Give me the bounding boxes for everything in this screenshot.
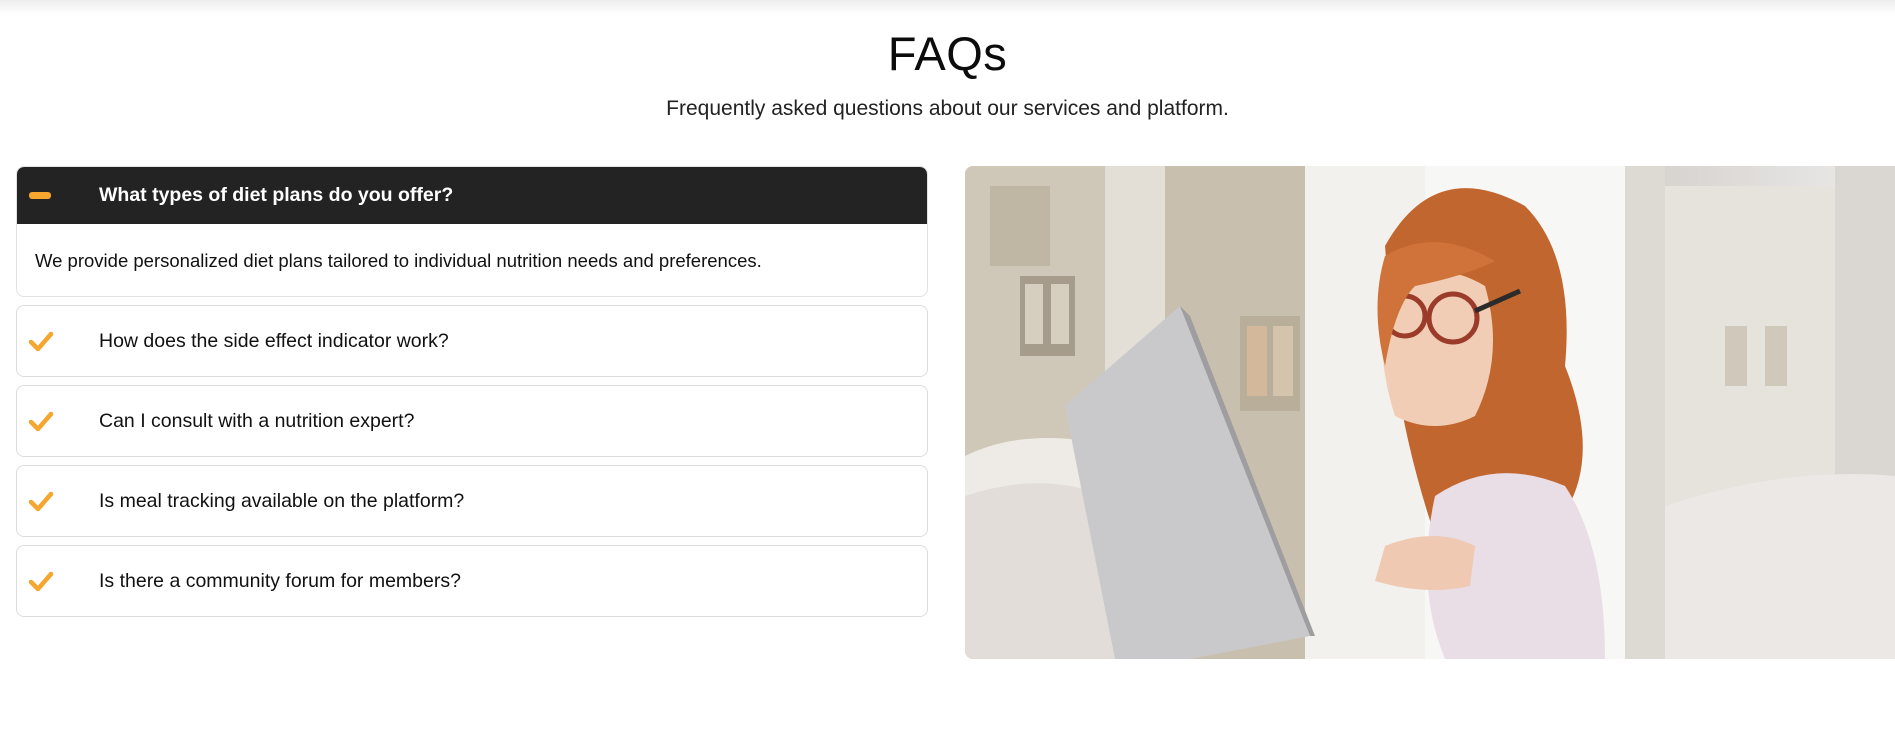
- faq-item-side-effect: How does the side effect indicator work?: [16, 305, 928, 377]
- faq-question: What types of diet plans do you offer?: [99, 184, 454, 206]
- minus-icon: [29, 192, 51, 199]
- check-icon: [29, 411, 53, 431]
- faq-item-community-forum: Is there a community forum for members?: [16, 545, 928, 617]
- faq-answer: We provide personalized diet plans tailo…: [35, 250, 762, 271]
- faq-question: Is meal tracking available on the platfo…: [99, 489, 465, 512]
- faq-toggle-diet-plans[interactable]: What types of diet plans do you offer?: [17, 167, 927, 224]
- faq-item-diet-plans: What types of diet plans do you offer? W…: [16, 166, 928, 297]
- check-icon: [29, 491, 53, 511]
- faq-question: Is there a community forum for members?: [99, 569, 461, 592]
- page-title: FAQs: [887, 27, 1008, 80]
- girl-with-laptop-illustration: [965, 166, 1895, 659]
- check-icon: [29, 571, 53, 591]
- check-icon: [29, 331, 53, 351]
- header-shadow: [0, 0, 1895, 14]
- faq-item-consult-expert: Can I consult with a nutrition expert?: [16, 385, 928, 457]
- faq-question: Can I consult with a nutrition expert?: [99, 409, 415, 432]
- faq-accordion: What types of diet plans do you offer? W…: [16, 166, 928, 625]
- faq-toggle-side-effect[interactable]: How does the side effect indicator work?: [17, 306, 927, 376]
- faq-item-meal-tracking: Is meal tracking available on the platfo…: [16, 465, 928, 537]
- faq-photo: [965, 166, 1895, 659]
- faq-toggle-meal-tracking[interactable]: Is meal tracking available on the platfo…: [17, 466, 927, 536]
- faq-toggle-consult-expert[interactable]: Can I consult with a nutrition expert?: [17, 386, 927, 456]
- faq-question: How does the side effect indicator work?: [99, 329, 449, 352]
- page-subtitle: Frequently asked questions about our ser…: [666, 97, 1229, 120]
- faq-toggle-community-forum[interactable]: Is there a community forum for members?: [17, 546, 927, 616]
